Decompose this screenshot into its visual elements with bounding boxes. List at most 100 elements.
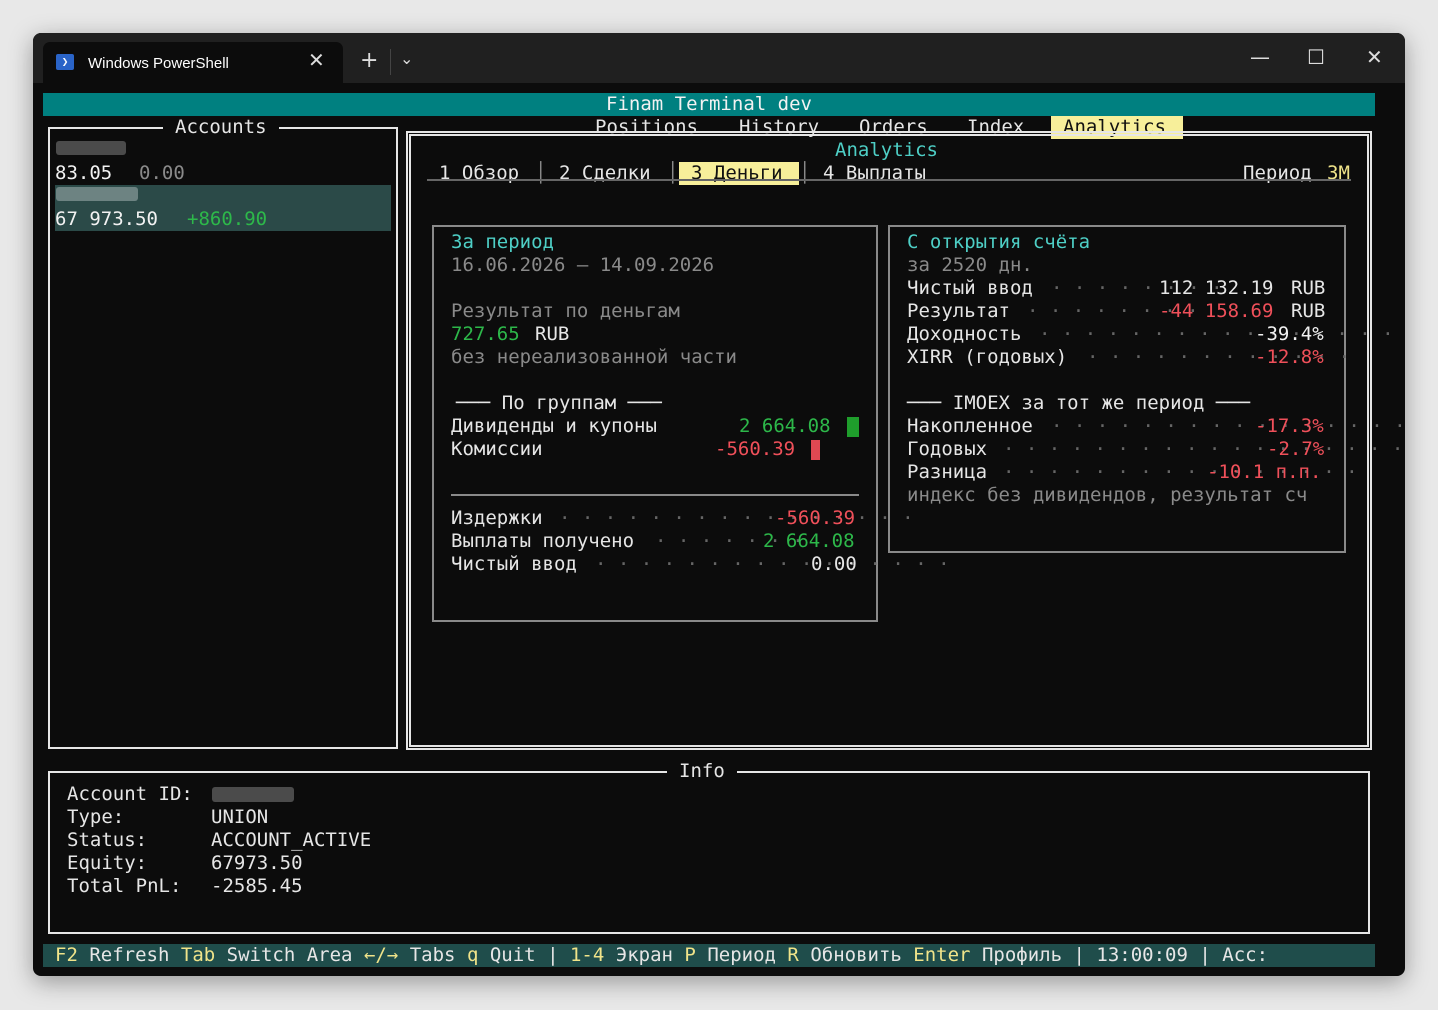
leader-dots: · · · · · · · · · · · · · · · · xyxy=(1051,415,1405,437)
since-open-value: 112 132.19 xyxy=(1159,277,1274,299)
group-value: -560.39 xyxy=(715,438,796,460)
summary-label: Издержки xyxy=(451,507,543,529)
terminal-content: Finam Terminal dev Positions History Ord… xyxy=(33,83,1405,976)
group-value: 2 664.08 xyxy=(739,415,831,437)
dropdown-icon[interactable]: ⌄ xyxy=(400,49,413,68)
since-open-value: -39.4% xyxy=(1255,323,1324,345)
terminal-window: ❯ Windows PowerShell ✕ + ⌄ — ☐ ✕ Finam T… xyxy=(33,33,1405,976)
powershell-icon: ❯ xyxy=(56,54,74,70)
leader-dots: · · · · · · · · · · · · · · · · · xyxy=(1039,323,1405,345)
info-label: Type: xyxy=(67,806,125,828)
new-tab-button[interactable]: + xyxy=(360,48,378,73)
shortcut-key[interactable]: Enter xyxy=(913,944,970,966)
shortcut-label: Обновить xyxy=(810,944,902,966)
since-open-label: Результат xyxy=(907,300,1010,322)
subtab-underline xyxy=(427,179,1351,181)
close-window-button[interactable]: ✕ xyxy=(1366,45,1383,69)
tab-powershell[interactable]: ❯ Windows PowerShell ✕ xyxy=(43,42,343,83)
info-title: Info xyxy=(667,760,737,783)
shortcut-key[interactable]: Tab xyxy=(181,944,215,966)
account-pnl: +860.90 xyxy=(187,208,268,230)
account-balance[interactable]: 83.05 xyxy=(55,162,112,185)
analytics-title: Analytics xyxy=(823,139,950,162)
period-dates: 16.06.2026 – 14.09.2026 xyxy=(451,254,715,276)
result-note: без нереализованной части xyxy=(451,346,737,368)
since-open-label: XIRR (годовых) xyxy=(907,346,1068,368)
leader-dots: · · · · · · · · · · · · · · · · · · · · … xyxy=(1003,438,1404,460)
shortcut-label: Период xyxy=(707,944,776,966)
info-value: UNION xyxy=(211,806,269,828)
summary-value: 2 664.08 xyxy=(763,530,855,552)
imoex-label: Накопленное xyxy=(907,415,1033,437)
period-label: Период xyxy=(1243,162,1312,184)
info-value: 67973.50 xyxy=(211,852,303,874)
tab-title: Windows PowerShell xyxy=(88,55,229,72)
subtab-deals[interactable]: 2 Сделки xyxy=(559,162,651,185)
subtab-divider: │ xyxy=(799,162,811,184)
since-open-unit: RUB xyxy=(1291,277,1326,299)
since-open-label: Доходность xyxy=(907,323,1022,345)
shortcut-label: Tabs xyxy=(409,944,456,966)
group-bar xyxy=(847,417,859,437)
subtab-money[interactable]: 3 Деньги xyxy=(679,162,799,185)
shortcut-label: Switch Area xyxy=(226,944,353,966)
title-bar: ❯ Windows PowerShell ✕ + ⌄ — ☐ ✕ xyxy=(33,33,1405,83)
imoex-value: -17.3% xyxy=(1255,415,1324,437)
groups-title: ─── По группам ─── xyxy=(456,392,662,414)
imoex-title: ─── IMOEX за тот же период ─── xyxy=(907,392,1251,414)
info-label: Equity: xyxy=(67,852,148,874)
status-clock: 13:00:09 xyxy=(1096,944,1188,966)
account-id-redacted xyxy=(212,787,294,802)
shortcut-key[interactable]: q xyxy=(467,944,478,966)
result-label: Результат по деньгам xyxy=(451,300,680,322)
minimize-button[interactable]: — xyxy=(1250,45,1270,69)
leader-dots: · · · · · · · · · · · · · · · · xyxy=(595,553,950,575)
since-open-value: -12.8% xyxy=(1255,346,1324,368)
shortcut-key[interactable]: F2 xyxy=(55,944,78,966)
shortcut-key[interactable]: R xyxy=(787,944,798,966)
shortcut-key[interactable]: P xyxy=(684,944,695,966)
shortcut-key[interactable]: 1-4 xyxy=(570,944,604,966)
status-separator: | xyxy=(547,944,559,966)
group-bar xyxy=(811,440,820,460)
imoex-note: индекс без дивидендов, результат сч xyxy=(907,484,1308,506)
info-label: Account ID: xyxy=(67,783,193,805)
since-open-title: С открытия счёта xyxy=(895,231,1103,254)
subtab-payouts[interactable]: 4 Выплаты xyxy=(823,162,926,185)
shortcut-key[interactable]: ←/→ xyxy=(364,944,398,966)
divider xyxy=(451,494,859,496)
status-bar-text: F2 Refresh Tab Switch Area ←/→ Tabs q Qu… xyxy=(55,944,1268,967)
status-separator: | xyxy=(1199,944,1211,966)
divider xyxy=(390,49,391,75)
subtab-overview[interactable]: 1 Обзор xyxy=(439,162,519,185)
info-label: Status: xyxy=(67,829,148,851)
app-title: Finam Terminal dev xyxy=(606,93,812,115)
account-balance[interactable]: 67 973.50 xyxy=(55,208,158,231)
imoex-label: Годовых xyxy=(907,438,988,460)
result-value: 727.65 xyxy=(451,323,520,345)
summary-value: 0.00 xyxy=(811,553,857,575)
maximize-button[interactable]: ☐ xyxy=(1307,45,1325,69)
group-label: Дивиденды и купоны xyxy=(451,415,657,437)
status-account: Acc: xyxy=(1222,944,1269,966)
info-value: -2585.45 xyxy=(211,875,303,897)
info-label: Total PnL: xyxy=(67,875,182,897)
status-separator: | xyxy=(1073,944,1085,966)
imoex-value: -10.1 п.п. xyxy=(1207,461,1322,483)
subtab-divider: │ xyxy=(667,162,679,184)
close-tab-icon[interactable]: ✕ xyxy=(308,48,325,72)
summary-value: -560.39 xyxy=(775,507,856,529)
account-pnl: 0.00 xyxy=(139,162,185,184)
accounts-title: Accounts xyxy=(163,116,279,139)
period-value[interactable]: 3M xyxy=(1327,162,1350,185)
shortcut-label: Профиль xyxy=(981,944,1063,966)
for-period-title: За период xyxy=(439,231,566,254)
since-open-value: -44 158.69 xyxy=(1159,300,1274,322)
group-label: Комиссии xyxy=(451,438,543,460)
since-open-unit: RUB xyxy=(1291,300,1326,322)
imoex-label: Разница xyxy=(907,461,988,483)
account-id-redacted xyxy=(56,187,138,201)
leader-dots: · · · · · · · · · · · · · · · · xyxy=(559,507,914,529)
shortcut-label: Refresh xyxy=(89,944,170,966)
subtab-divider: │ xyxy=(535,162,547,184)
